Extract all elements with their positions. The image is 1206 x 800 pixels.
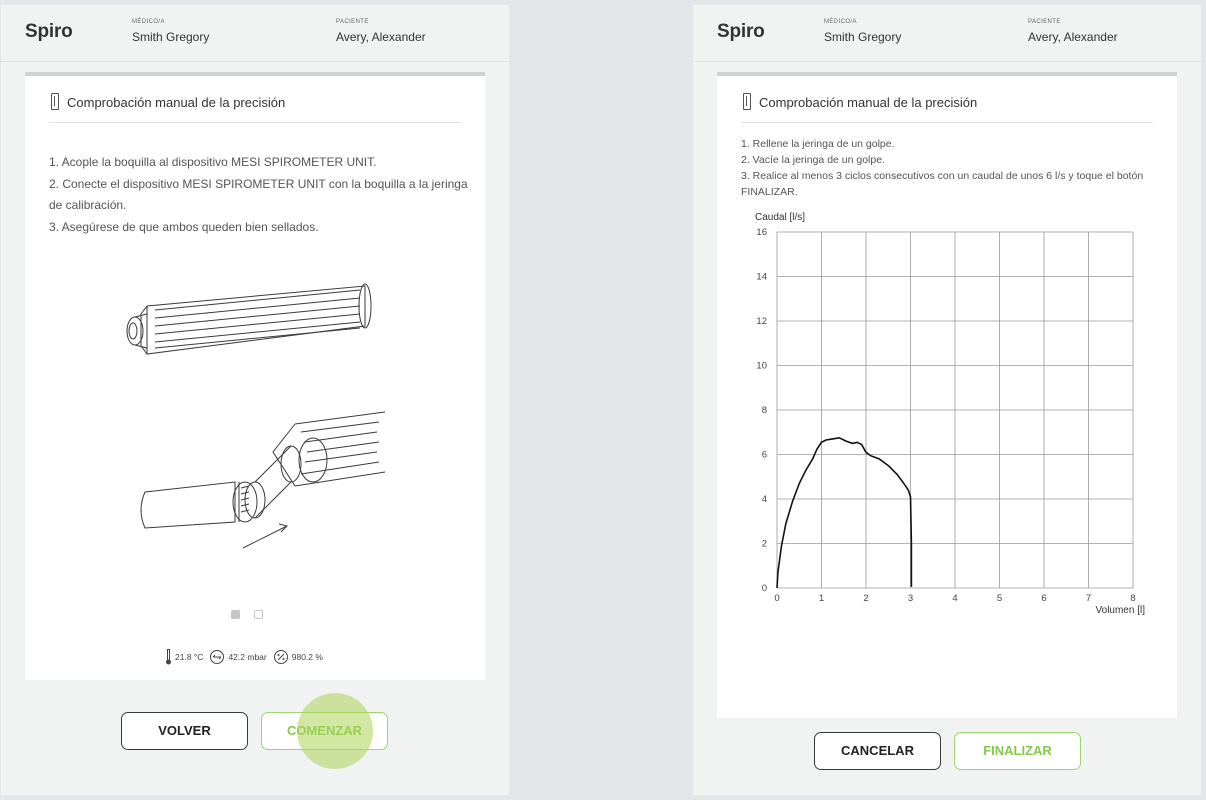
y-tick-label: 2 [762,539,767,550]
x-tick-label: 5 [997,593,1002,604]
thermometer-icon [166,649,171,665]
y-axis-label: Caudal [l/s] [755,212,805,223]
instruction-step: 3. Asegúrese de que ambos queden bien se… [49,219,319,234]
doctor-name: Smith Gregory [132,30,210,44]
ruler-icon [51,93,59,110]
page-indicator [231,606,273,624]
instruction-card: Comprobación manual de la precisión 1. A… [25,72,485,680]
left-screen: Spiro MÉDICO/A Smith Gregory PACIENTE Av… [1,5,509,795]
patient-label: PACIENTE [1028,19,1061,25]
page-dot[interactable] [254,610,264,619]
cancel-button[interactable]: CANCELAR [814,732,941,770]
flow-volume-chart: 0 1 2 3 4 5 6 7 80246810121416Caudal [l/s]Volume… [755,212,1146,616]
pressure-value: 42.2 mbar [228,652,267,662]
app-title: Spiro [717,21,765,42]
y-tick-label: 16 [756,227,767,238]
card-title: Comprobación manual de la precisión [67,95,286,110]
temperature-reading: 21.8 °C [165,649,203,665]
x-tick-label: 3 [908,593,913,604]
finish-button[interactable]: FINALIZAR [954,732,1081,770]
x-tick-label: 4 [952,593,957,604]
page-dot-active[interactable] [231,610,240,619]
x-tick-label: 7 [1086,593,1091,604]
card-header: Comprobación manual de la precisión [49,93,461,123]
x-tick-label: 6 [1041,593,1046,604]
humidity-reading: 980.2 % [273,650,323,664]
app-title: Spiro [25,21,73,42]
y-tick-label: 4 [762,494,767,505]
doctor-info: MÉDICO/A Smith Gregory [132,19,209,44]
doctor-label: MÉDICO/A [824,19,857,25]
flow-volume-curve [776,436,913,589]
patient-label: PACIENTE [336,19,369,25]
patient-name: Avery, Alexander [336,30,426,44]
calibration-card: Comprobación manual de la precisión 1. R… [717,72,1177,718]
back-button[interactable]: VOLVER [121,712,248,750]
doctor-info: MÉDICO/A Smith Gregory [824,19,901,44]
doctor-name: Smith Gregory [824,30,902,44]
patient-name: Avery, Alexander [1028,30,1118,44]
y-tick-label: 6 [762,450,767,461]
y-tick-label: 10 [756,361,767,372]
pressure-icon [210,650,225,664]
x-tick-label: 2 [863,593,868,604]
humidity-value: 980.2 % [291,652,323,662]
y-tick-label: 14 [756,272,767,283]
patient-info: PACIENTE Avery, Alexander [1028,19,1118,44]
x-axis-label: Volumen [l] [1096,605,1146,616]
x-tick-label: 1 [819,593,824,604]
humidity-icon [273,650,288,664]
right-screen: Spiro MÉDICO/A Smith Gregory PACIENTE Av… [693,5,1201,795]
spirometer-syringe-illustration [126,283,386,549]
y-tick-label: 0 [762,583,767,594]
y-tick-label: 12 [756,316,767,327]
patient-info: PACIENTE Avery, Alexander [336,19,426,44]
pressure-reading: 42.2 mbar [209,650,267,664]
x-tick-label: 8 [1130,593,1135,604]
app-header: Spiro MÉDICO/A Smith Gregory PACIENTE Av… [693,5,1201,62]
touch-ripple [297,693,373,769]
app-header: Spiro MÉDICO/A Smith Gregory PACIENTE Av… [1,5,509,62]
y-tick-label: 8 [762,405,767,416]
temperature-value: 21.8 °C [175,652,204,662]
x-tick-label: 0 [774,593,779,604]
doctor-label: MÉDICO/A [132,19,165,25]
sensor-readings: 21.8 °C 42.2 mbar 980.2 % [165,649,329,665]
instruction-list: 1. Acople la boquilla al dispositivo MES… [49,152,469,238]
instruction-step: 2. Conecte el dispositivo MESI SPIROMETE… [49,176,468,213]
instruction-step: 1. Acople la boquilla al dispositivo MES… [49,155,377,169]
